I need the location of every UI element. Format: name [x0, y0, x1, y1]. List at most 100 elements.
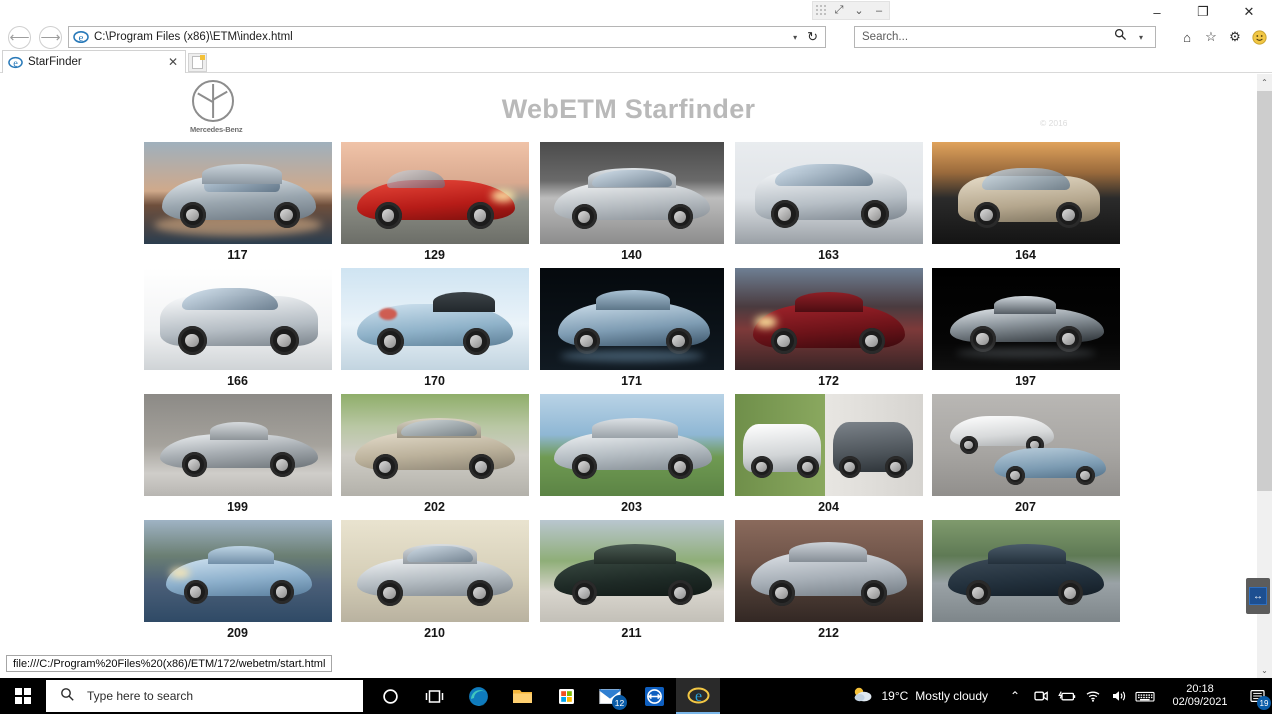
- grid-row: 117 129: [0, 142, 1257, 262]
- vehicle-label: 210: [424, 626, 445, 640]
- vehicle-label: 117: [227, 248, 247, 262]
- vehicle-thumbnail[interactable]: [341, 268, 529, 370]
- tab-starfinder[interactable]: e StarFinder ✕: [2, 50, 186, 73]
- clock-time: 20:18: [1186, 683, 1214, 696]
- window-restore-button[interactable]: ❐: [1180, 0, 1226, 24]
- teamviewer-icon[interactable]: [632, 678, 676, 714]
- vehicle-thumbnail[interactable]: [932, 520, 1120, 622]
- command-bar: ⌂ ☆ ⚙: [1176, 26, 1270, 48]
- action-center-button[interactable]: 19: [1242, 678, 1272, 714]
- internet-explorer-icon[interactable]: e: [676, 678, 720, 714]
- vehicle-thumbnail[interactable]: [341, 142, 529, 244]
- vehicle-tile-212[interactable]: [927, 520, 1124, 640]
- mail-icon[interactable]: 12: [588, 678, 632, 714]
- vehicle-tile-210[interactable]: 211: [533, 520, 730, 640]
- windows-logo-icon: [15, 688, 31, 704]
- taskbar-search-input[interactable]: Type here to search: [46, 680, 363, 712]
- vehicle-thumbnail[interactable]: [540, 394, 724, 496]
- battery-charging-icon[interactable]: [1054, 678, 1080, 714]
- teamviewer-control-strip[interactable]: ⤢ ⌄ –: [812, 1, 890, 20]
- smiley-icon[interactable]: [1248, 26, 1270, 48]
- window-minimize-button[interactable]: –: [1134, 0, 1180, 24]
- vehicle-tile-204[interactable]: 204: [730, 394, 927, 514]
- vehicle-thumbnail[interactable]: [341, 394, 529, 496]
- system-tray: 19°C Mostly cloudy ⌃: [852, 678, 1272, 714]
- teamviewer-arrows-icon[interactable]: ↔: [1249, 587, 1267, 605]
- search-input[interactable]: Search... ▾: [854, 26, 1156, 48]
- fullscreen-icon[interactable]: ⤢: [829, 1, 849, 20]
- volume-icon[interactable]: [1106, 678, 1132, 714]
- vehicle-tile-171[interactable]: 171: [533, 268, 730, 388]
- vehicle-thumbnail[interactable]: [932, 268, 1120, 370]
- vehicle-thumbnail[interactable]: [735, 394, 923, 496]
- vehicle-thumbnail[interactable]: [932, 142, 1120, 244]
- back-button[interactable]: ⟵: [8, 26, 31, 49]
- vehicle-tile-117[interactable]: 117: [139, 142, 336, 262]
- vehicle-thumbnail[interactable]: [144, 394, 332, 496]
- meet-now-icon[interactable]: [1028, 678, 1054, 714]
- refresh-icon[interactable]: ↻: [804, 29, 821, 45]
- favorites-star-icon[interactable]: ☆: [1200, 26, 1222, 48]
- new-tab-button[interactable]: [188, 53, 207, 72]
- vehicle-tile-172[interactable]: 172: [730, 268, 927, 388]
- vehicle-tile-203[interactable]: 203: [533, 394, 730, 514]
- vehicle-tile-140[interactable]: 140: [533, 142, 730, 262]
- vehicle-thumbnail[interactable]: [144, 520, 332, 622]
- start-button[interactable]: [0, 678, 46, 714]
- search-icon: [60, 687, 75, 705]
- show-hidden-icons-chevron[interactable]: ⌃: [1002, 678, 1028, 714]
- window-close-button[interactable]: ✕: [1226, 0, 1272, 24]
- teamviewer-side-tab[interactable]: ↔: [1246, 578, 1270, 614]
- scroll-down-icon[interactable]: ⌄: [1257, 662, 1272, 678]
- vehicle-thumbnail[interactable]: [341, 520, 529, 622]
- task-view-icon[interactable]: [412, 678, 456, 714]
- window-controls: – ❐ ✕: [1134, 0, 1272, 24]
- vehicle-tile-129[interactable]: 129: [336, 142, 533, 262]
- vehicle-thumbnail[interactable]: [540, 268, 724, 370]
- chevron-down-icon[interactable]: ⌄: [849, 1, 869, 20]
- vehicle-thumbnail[interactable]: [735, 268, 923, 370]
- search-dropdown-icon[interactable]: ▾: [1132, 33, 1150, 42]
- vehicle-tile-199[interactable]: 199: [139, 394, 336, 514]
- taskbar-clock[interactable]: 20:18 02/09/2021: [1158, 678, 1242, 714]
- vehicle-thumbnail[interactable]: [735, 520, 923, 622]
- vehicle-thumbnail[interactable]: [144, 142, 332, 244]
- file-explorer-icon[interactable]: [500, 678, 544, 714]
- close-tab-icon[interactable]: ✕: [168, 55, 178, 69]
- weather-widget[interactable]: 19°C Mostly cloudy: [852, 685, 988, 708]
- vehicle-thumbnail[interactable]: [144, 268, 332, 370]
- vehicle-tile-211[interactable]: 212: [730, 520, 927, 640]
- address-bar-actions: ▾ ↻: [786, 29, 825, 45]
- vehicle-thumbnail[interactable]: [540, 142, 724, 244]
- cortana-icon[interactable]: [368, 678, 412, 714]
- vehicle-tile-164[interactable]: 164: [927, 142, 1124, 262]
- vehicle-tile-row4-1[interactable]: 209: [139, 520, 336, 640]
- vehicle-tile-202[interactable]: 202: [336, 394, 533, 514]
- home-icon[interactable]: ⌂: [1176, 26, 1198, 48]
- vehicle-tile-170[interactable]: 170: [336, 268, 533, 388]
- forward-button[interactable]: ⟶: [39, 26, 62, 49]
- vehicle-tile-163[interactable]: 163: [730, 142, 927, 262]
- scroll-up-icon[interactable]: ⌃: [1257, 74, 1272, 90]
- vehicle-thumbnail[interactable]: [932, 394, 1120, 496]
- vehicle-thumbnail[interactable]: [540, 520, 724, 622]
- drag-handle-icon[interactable]: [815, 4, 829, 17]
- address-dropdown-icon[interactable]: ▾: [786, 33, 804, 42]
- minimize-icon[interactable]: –: [869, 1, 889, 20]
- vehicle-label: 204: [818, 500, 839, 514]
- keyboard-icon[interactable]: [1132, 678, 1158, 714]
- address-value: C:\Program Files (x86)\ETM\index.html: [94, 31, 293, 43]
- edge-icon[interactable]: [456, 678, 500, 714]
- address-bar[interactable]: e C:\Program Files (x86)\ETM\index.html …: [68, 26, 826, 48]
- wifi-icon[interactable]: [1080, 678, 1106, 714]
- vehicle-thumbnail[interactable]: [735, 142, 923, 244]
- vehicle-tile-197[interactable]: 197: [927, 268, 1124, 388]
- vehicle-tile-166[interactable]: 166: [139, 268, 336, 388]
- search-icon[interactable]: [1114, 28, 1127, 46]
- grid-row: 209 210: [0, 520, 1257, 640]
- gear-icon[interactable]: ⚙: [1224, 26, 1246, 48]
- microsoft-store-icon[interactable]: [544, 678, 588, 714]
- vehicle-tile-207[interactable]: 207: [927, 394, 1124, 514]
- vehicle-tile-209[interactable]: 210: [336, 520, 533, 640]
- scrollbar-thumb[interactable]: [1257, 91, 1272, 491]
